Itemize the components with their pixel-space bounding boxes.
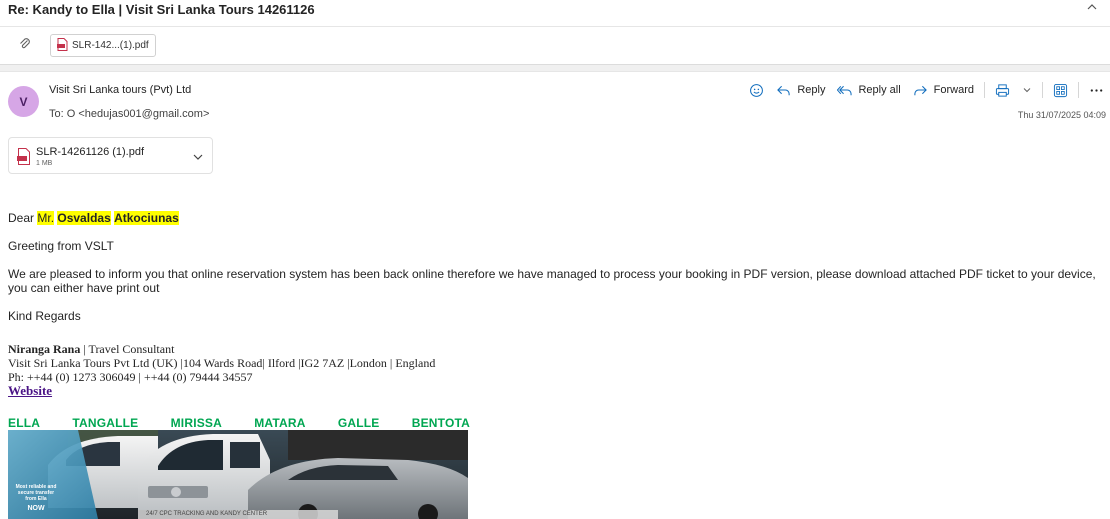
print-button[interactable] <box>989 83 1016 98</box>
recipient-line: To: O <hedujas001@gmail.com> <box>49 108 209 120</box>
reply-all-icon <box>837 85 853 95</box>
town-label: ELLA <box>8 416 41 430</box>
body-paragraph: We are pleased to inform you that online… <box>8 267 1096 295</box>
salutation-line: Dear Mr. Osvaldas Atkociunas <box>8 211 1103 225</box>
forward-label: Forward <box>933 84 974 96</box>
signature-company: Visit Sri Lanka Tours Pvt Ltd (UK) |104 … <box>8 356 436 370</box>
signature-role: | Travel Consultant <box>80 342 175 356</box>
banner-bottom-text: 24/7 CPC TRACKING AND KANDY CENTER <box>146 511 268 517</box>
attachment-filename: SLR-14261126 (1).pdf <box>36 146 145 158</box>
immersive-reader-button[interactable] <box>1047 83 1074 98</box>
closing: Kind Regards <box>8 309 81 323</box>
subject-bar: Re: Kandy to Ella | Visit Sri Lanka Tour… <box>0 0 1110 27</box>
town-label: TANGALLE <box>72 416 139 430</box>
more-dropdown-button[interactable] <box>1016 85 1038 95</box>
collapse-chevron-icon[interactable] <box>1086 0 1098 16</box>
email-body: Dear Mr. Osvaldas Atkociunas Greeting fr… <box>8 211 1103 323</box>
attachment-strip: SLR-142...(1).pdf <box>0 27 1110 65</box>
town-label: MIRISSA <box>170 416 222 430</box>
signature-name: Niranga Rana <box>8 342 81 356</box>
reply-all-button[interactable]: Reply all <box>831 83 906 98</box>
town-label: BENTOTA <box>411 416 470 430</box>
email-subject: Re: Kandy to Ella | Visit Sri Lanka Tour… <box>8 2 315 17</box>
reply-button[interactable]: Reply <box>770 83 831 98</box>
signature-phone: Ph: ++44 (0) 1273 306049 | ++44 (0) 7944… <box>8 370 253 384</box>
attachment-size: 1 MB <box>36 160 53 167</box>
emoji-react-button[interactable] <box>743 83 770 98</box>
signature-name-line: Niranga Rana | Travel Consultant <box>8 342 435 356</box>
toolbar-separator <box>1042 82 1043 98</box>
promo-text: Most reliable and secure transfer from E… <box>10 484 62 512</box>
attachment-pill[interactable]: SLR-142...(1).pdf <box>50 34 156 57</box>
town-label: GALLE <box>337 416 380 430</box>
recipient-title: Mr. <box>37 211 55 225</box>
recipient-first-name: Osvaldas <box>57 211 111 225</box>
promo-line: from Ella <box>25 496 47 502</box>
attachment-card[interactable]: SLR-14261126 (1).pdf 1 MB <box>8 137 213 174</box>
promo-banner-image[interactable]: Most reliable and secure transfer from E… <box>8 430 468 519</box>
to-value[interactable]: O <hedujas001@gmail.com> <box>67 108 210 120</box>
toolbar-separator <box>1078 82 1079 98</box>
banner-towns: ELLA TANGALLE MIRISSA MATARA GALLE BENTO… <box>8 416 470 430</box>
toolbar-separator <box>984 82 985 98</box>
website-link[interactable]: Website <box>8 383 52 398</box>
chevron-down-icon <box>1023 88 1031 93</box>
salutation: Dear <box>8 211 35 225</box>
pane-divider <box>0 64 1110 72</box>
message-actions: Reply Reply all Forward <box>743 80 1110 100</box>
signature: Niranga Rana | Travel Consultant Visit S… <box>8 342 435 398</box>
reply-label: Reply <box>797 84 826 96</box>
pdf-icon <box>17 148 31 170</box>
reply-all-label: Reply all <box>858 84 901 96</box>
printer-icon <box>995 83 1010 97</box>
pdf-icon <box>57 37 68 54</box>
apps-grid-icon <box>1053 83 1068 97</box>
reply-icon <box>777 85 790 95</box>
greeting: Greeting from VSLT <box>8 239 114 253</box>
more-actions-button[interactable] <box>1083 83 1110 98</box>
attachment-pill-label: SLR-142...(1).pdf <box>72 40 149 51</box>
vehicle-fleet-illustration <box>8 430 468 519</box>
chevron-down-icon[interactable] <box>192 150 204 168</box>
promo-now: NOW <box>27 505 45 512</box>
forward-button[interactable]: Forward <box>907 83 980 98</box>
smiley-icon <box>750 83 764 97</box>
avatar[interactable]: V <box>8 86 39 117</box>
forward-icon <box>914 85 927 95</box>
sender-name[interactable]: Visit Sri Lanka tours (Pvt) Ltd <box>49 84 191 96</box>
more-horizontal-icon <box>1090 88 1103 92</box>
to-label: To: <box>49 108 64 120</box>
message-date: Thu 31/07/2025 04:09 <box>1017 110 1106 120</box>
paperclip-icon[interactable] <box>18 37 32 51</box>
recipient-last-name: Atkociunas <box>114 211 179 225</box>
town-label: MATARA <box>254 416 306 430</box>
